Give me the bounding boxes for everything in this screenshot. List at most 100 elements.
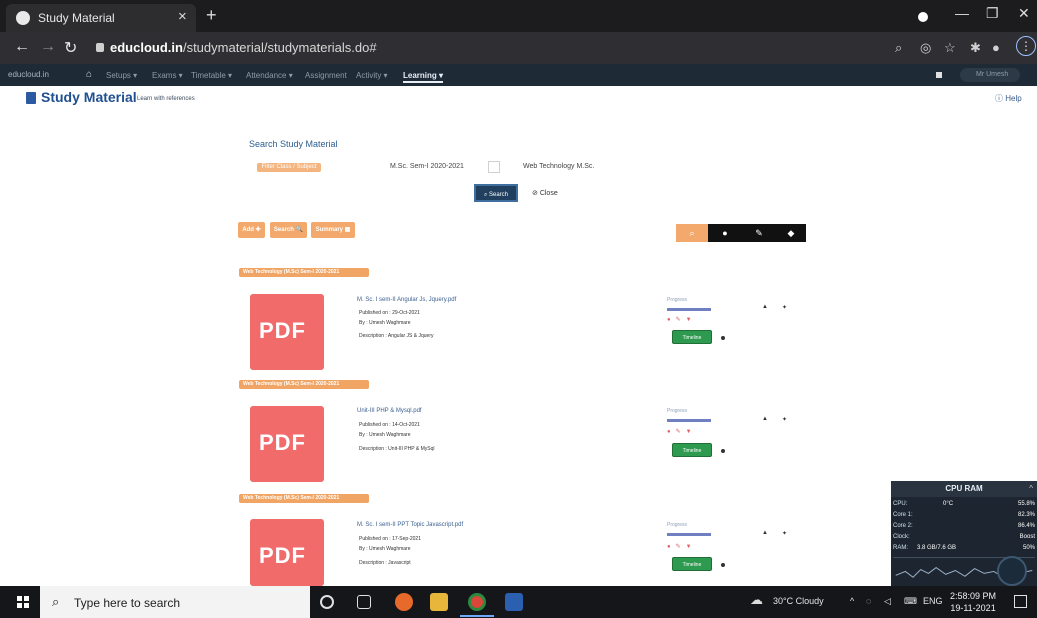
timeline-button[interactable]: Timeline — [672, 557, 712, 571]
nav-item-assignment[interactable]: Assignment — [305, 71, 347, 80]
windows-taskbar: ⌕ Type here to search ☁ 30°C Cloudy ^ ◌ … — [0, 586, 1037, 618]
search-button[interactable]: Search 🔍 — [270, 222, 307, 238]
subject-select[interactable]: Web Technology M.Sc. — [523, 163, 594, 170]
address-bar[interactable]: educloud.in/studymaterial/studymaterials… — [92, 37, 932, 59]
site-brand[interactable]: educloud.in — [8, 70, 49, 79]
profile-icon[interactable] — [918, 12, 928, 22]
add-button[interactable]: Add ✚ — [238, 222, 265, 238]
browser-tab[interactable]: Study Material × — [6, 4, 196, 32]
window-close-button[interactable]: ✕ — [1018, 5, 1030, 22]
view-search-icon[interactable]: ⌕ — [676, 224, 708, 242]
vote-star-icon[interactable]: ✦ — [782, 416, 787, 423]
task-view-icon[interactable] — [357, 595, 371, 609]
timeline-button[interactable]: Timeline — [672, 443, 712, 457]
progress-label: Progress — [667, 522, 688, 528]
section-tag: Web Technology (M.Sc) Sem-I 2020-2021 — [239, 494, 369, 503]
material-action-icons[interactable]: ●✎▼ — [667, 316, 697, 323]
notification-center-icon[interactable] — [1014, 595, 1027, 608]
profile-avatar-icon[interactable]: ● — [992, 40, 1000, 55]
radio-option[interactable] — [721, 563, 725, 567]
tray-chevron-icon[interactable]: ^ — [850, 596, 854, 606]
filter-tag[interactable]: Filter Class / Subject — [257, 163, 321, 172]
file-explorer-icon[interactable] — [430, 593, 448, 611]
vote-up-icon[interactable]: ▲ — [762, 530, 768, 536]
nav-item-exams[interactable]: Exams ▾ — [152, 71, 183, 80]
translate-icon[interactable]: ◎ — [920, 40, 931, 56]
view-link-icon[interactable]: ✎ — [742, 224, 776, 242]
nav-item-activity[interactable]: Activity ▾ — [356, 71, 388, 80]
new-tab-button[interactable]: + — [206, 5, 217, 26]
browser-menu-icon[interactable]: ⋮ — [1016, 36, 1036, 56]
summary-button[interactable]: Summary ▦ — [311, 222, 355, 238]
notification-icon[interactable] — [936, 72, 942, 78]
material-action-icons[interactable]: ●✎▼ — [667, 428, 697, 435]
search-close-button[interactable]: ⊘ Close — [532, 189, 558, 197]
material-published: Published on : 14-Oct-2021 — [359, 422, 420, 428]
material-action-icons[interactable]: ●✎▼ — [667, 543, 697, 550]
cortana-icon[interactable] — [320, 595, 334, 609]
progress-label: Progress — [667, 297, 688, 303]
vote-up-icon[interactable]: ▲ — [762, 416, 768, 422]
chrome-icon[interactable] — [468, 593, 486, 611]
vote-star-icon[interactable]: ✦ — [782, 304, 787, 311]
timeline-button[interactable]: Timeline — [672, 330, 712, 344]
weather-text[interactable]: 30°C Cloudy — [773, 596, 824, 606]
widget-fab-button[interactable] — [997, 556, 1027, 586]
material-title-link[interactable]: M. Sc. I sem-II PPT Topic Javascript.pdf — [357, 522, 463, 528]
page-subtitle: Learn with references — [137, 96, 195, 102]
forward-icon[interactable]: → — [40, 38, 56, 56]
extensions-icon[interactable]: ✱ — [970, 40, 981, 56]
pdf-label: PDF — [259, 543, 306, 568]
nav-item-setups[interactable]: Setups ▾ — [106, 71, 137, 80]
help-link[interactable]: ⓘ Help — [995, 93, 1022, 104]
volume-icon[interactable]: ◁ — [884, 596, 891, 607]
nav-item-learning[interactable]: Learning ▾ — [403, 71, 444, 83]
material-title-link[interactable]: Unit-III PHP & Mysql.pdf — [357, 408, 422, 414]
windows-start-icon[interactable] — [17, 596, 29, 608]
cloud-icon: ☁ — [750, 592, 763, 607]
search-panel-title: Search Study Material — [249, 139, 338, 149]
progress-bar — [667, 308, 711, 311]
user-menu[interactable]: Mr Umesh — [960, 68, 1020, 82]
bookmark-star-icon[interactable]: ☆ — [944, 40, 956, 56]
cpu-row: Clock: Boost — [893, 534, 1035, 540]
tab-close-icon[interactable]: × — [178, 8, 187, 25]
pdf-label: PDF — [259, 318, 306, 343]
system-clock[interactable]: 2:58:09 PM 19-11-2021 — [950, 590, 996, 614]
language-indicator[interactable]: ENG — [923, 596, 943, 606]
tab-title: Study Material — [38, 11, 115, 25]
maximize-button[interactable]: ❐ — [986, 5, 999, 22]
network-icon[interactable]: ◌ — [866, 596, 871, 606]
material-author: By : Umesh Waghmare — [359, 320, 411, 326]
view-thumb-icon[interactable]: ● — [708, 224, 742, 242]
radio-option[interactable] — [721, 336, 725, 340]
nav-item-attendance[interactable]: Attendance ▾ — [246, 71, 293, 80]
material-author: By : Umesh Waghmare — [359, 432, 411, 438]
back-icon[interactable]: ← — [14, 38, 30, 56]
material-title-link[interactable]: M. Sc. I sem-II Angular Js, Jquery.pdf — [357, 297, 456, 303]
pdf-thumbnail[interactable]: PDF — [250, 406, 324, 482]
firefox-icon[interactable] — [395, 593, 413, 611]
progress-bar — [667, 533, 711, 536]
collapse-icon[interactable]: ^ — [1029, 484, 1033, 493]
nav-item-timetable[interactable]: Timetable ▾ — [191, 71, 232, 80]
section-tag: Web Technology (M.Sc) Sem-I 2020-2021 — [239, 268, 369, 277]
ime-icon[interactable]: ⌨ — [904, 596, 917, 607]
taskbar-search[interactable]: ⌕ Type here to search — [40, 586, 310, 618]
word-icon[interactable] — [505, 593, 523, 611]
search-submit-button[interactable]: ⌕ Search — [474, 184, 518, 202]
radio-option[interactable] — [721, 449, 725, 453]
pdf-thumbnail[interactable]: PDF — [250, 519, 324, 586]
view-tag-icon[interactable]: ◆ — [776, 224, 806, 242]
class-select[interactable]: M.Sc. Sem-I 2020-2021 — [390, 163, 464, 170]
pdf-thumbnail[interactable]: PDF — [250, 294, 324, 370]
home-icon[interactable]: ⌂ — [86, 69, 92, 80]
reload-icon[interactable]: ↻ — [64, 38, 77, 58]
minimize-button[interactable]: — — [955, 5, 969, 21]
zoom-icon[interactable]: ⌕ — [895, 40, 902, 56]
clock-date: 19-11-2021 — [950, 603, 996, 613]
vote-up-icon[interactable]: ▲ — [762, 304, 768, 310]
vote-star-icon[interactable]: ✦ — [782, 530, 787, 537]
class-checkbox[interactable] — [488, 161, 500, 173]
page-title: Study Material — [41, 89, 137, 105]
